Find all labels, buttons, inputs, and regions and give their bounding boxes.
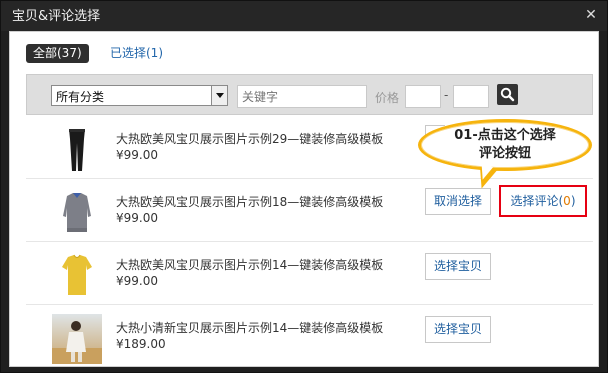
list-item: 大热欧美风宝贝展示图片示例14—键装修高级模板 ¥99.00 选择宝贝: [26, 243, 593, 305]
product-thumbnail: [52, 251, 102, 301]
list-item: 大热欧美风宝贝展示图片示例18—键装修高级模板 ¥99.00 取消选择 选择评论…: [26, 180, 593, 242]
product-price: ¥99.00: [116, 148, 158, 162]
product-thumbnail: [52, 125, 102, 175]
review-count: 0: [563, 194, 571, 208]
filter-bar: 所有分类 价格 -: [26, 74, 593, 115]
dialog-titlebar: 宝贝&评论选择 ✕: [1, 1, 607, 31]
price-max-input[interactable]: [453, 85, 489, 108]
category-select-value: 所有分类: [56, 90, 105, 104]
close-icon[interactable]: ✕: [584, 8, 598, 22]
select-review-close: ): [570, 194, 576, 208]
product-price: ¥99.00: [116, 211, 158, 225]
price-separator: -: [444, 88, 449, 102]
product-thumbnail: [52, 188, 102, 238]
select-review-button[interactable]: 选择评论(0): [499, 185, 587, 217]
price-label: 价格: [375, 91, 400, 105]
product-name: 大热小清新宝贝展示图片示例14—键装修高级模板: [116, 321, 384, 335]
price-min-input[interactable]: [405, 85, 441, 108]
keyword-input[interactable]: [237, 85, 367, 108]
product-review-dialog: 宝贝&评论选择 ✕ 全部(37) 已选择(1) 所有分类 价格 -: [0, 0, 608, 373]
tab-all[interactable]: 全部(37): [26, 44, 89, 63]
product-price: ¥189.00: [116, 337, 166, 351]
product-price: ¥99.00: [116, 274, 158, 288]
callout-line-1: 01-点击这个选择: [454, 128, 556, 143]
chevron-down-icon[interactable]: [211, 86, 227, 105]
select-review-label: 选择评论(: [510, 194, 564, 208]
select-product-button[interactable]: 选择宝贝: [425, 316, 491, 343]
select-product-button[interactable]: 选择宝贝: [425, 253, 491, 280]
product-thumbnail: [52, 314, 102, 364]
tab-selected[interactable]: 已选择(1): [110, 44, 163, 63]
search-button[interactable]: [497, 84, 518, 105]
category-select[interactable]: 所有分类: [51, 85, 228, 106]
search-icon: [500, 87, 515, 102]
dialog-content: 全部(37) 已选择(1) 所有分类 价格 -: [9, 31, 599, 367]
product-name: 大热欧美风宝贝展示图片示例14—键装修高级模板: [116, 258, 384, 272]
product-name: 大热欧美风宝贝展示图片示例29—键装修高级模板: [116, 132, 384, 146]
dialog-title: 宝贝&评论选择: [12, 9, 101, 24]
callout-line-2: 评论按钮: [478, 146, 531, 161]
annotation-callout-text: 01-点击这个选择 评论按钮: [418, 127, 592, 163]
product-name: 大热欧美风宝贝展示图片示例18—键装修高级模板: [116, 195, 384, 209]
list-item: 大热小清新宝贝展示图片示例14—键装修高级模板 ¥189.00 选择宝贝: [26, 306, 593, 368]
cancel-selection-button[interactable]: 取消选择: [425, 188, 491, 215]
